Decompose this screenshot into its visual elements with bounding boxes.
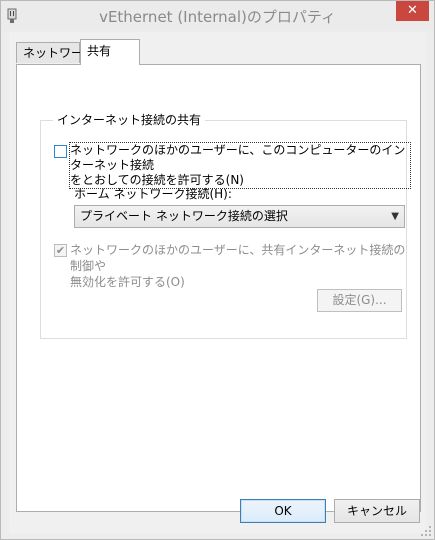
title-bar[interactable]: vEthernet (Internal)のプロパティ ✕ (1, 1, 434, 31)
properties-window: vEthernet (Internal)のプロパティ ✕ ネットワーク 共有 イ… (0, 0, 435, 540)
tab-network[interactable]: ネットワーク (16, 42, 95, 63)
window-title: vEthernet (Internal)のプロパティ (99, 8, 336, 26)
settings-button[interactable]: 設定(G)... (317, 289, 402, 312)
close-icon: ✕ (407, 3, 418, 18)
chevron-down-icon: ▼ (391, 211, 399, 222)
home-network-label: ホーム ネットワーク接続(H): (74, 187, 232, 201)
resize-grip-icon[interactable] (420, 525, 432, 537)
allow-control-label-line2: 無効化を許可する(O) (70, 275, 185, 289)
allow-connect-label-line1: ネットワークのほかのユーザーに、このコンピューターのインターネット接続 (70, 143, 406, 172)
tab-sharing[interactable]: 共有 (80, 39, 140, 65)
sharing-panel: インターネット接続の共有 ネットワークのほかのユーザーに、このコンピューターのイ… (16, 64, 421, 512)
cancel-button[interactable]: キャンセル (334, 499, 420, 523)
dialog-body: ネットワーク 共有 インターネット接続の共有 ネットワークのほかのユーザーに、こ… (9, 32, 426, 533)
allow-control-label[interactable]: ネットワークのほかのユーザーに、共有インターネット接続の制御や 無効化を許可する… (70, 242, 410, 290)
home-network-select[interactable]: プライベート ネットワーク接続の選択 ▼ (74, 205, 405, 228)
ok-button[interactable]: OK (240, 499, 326, 523)
allow-connect-label[interactable]: ネットワークのほかのユーザーに、このコンピューターのインターネット接続 をとおし… (69, 142, 411, 189)
checkmark-icon: ✔ (55, 244, 66, 257)
allow-control-checkbox[interactable]: ✔ (54, 244, 67, 257)
allow-control-label-line1: ネットワークのほかのユーザーに、共有インターネット接続の制御や (70, 243, 406, 273)
close-button[interactable]: ✕ (396, 1, 429, 21)
home-network-select-value: プライベート ネットワーク接続の選択 (80, 209, 288, 223)
ics-group-title: インターネット接続の共有 (53, 113, 206, 127)
allow-connect-checkbox[interactable] (54, 145, 67, 158)
